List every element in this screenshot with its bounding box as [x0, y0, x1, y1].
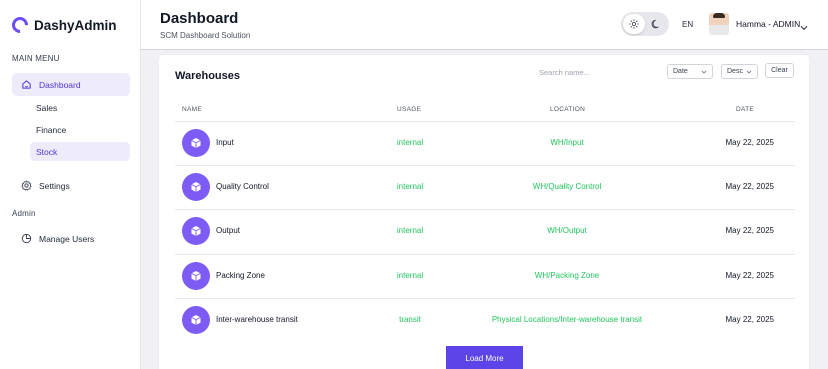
theme-toggle[interactable]: [621, 12, 669, 36]
user-menu[interactable]: Hamma - ADMIN: [736, 19, 800, 29]
admin-label: Admin: [12, 209, 36, 218]
sort-field-select[interactable]: Date: [667, 64, 713, 79]
warehouses-card: Warehouses Date Desc Clear NAME USAGE LO…: [159, 55, 809, 369]
table-row[interactable]: Quality Control internal WH/Quality Cont…: [175, 165, 795, 209]
language-selector[interactable]: EN: [682, 20, 693, 29]
card-title: Warehouses: [175, 70, 241, 82]
sidebar-item-sales[interactable]: Sales: [30, 98, 130, 117]
warehouse-usage: internal: [396, 226, 424, 236]
main-content: Warehouses Date Desc Clear NAME USAGE LO…: [141, 51, 828, 369]
sort-order-value: Desc: [727, 68, 743, 75]
sidebar: DashyAdmin MAIN MENU Dashboard Sales Fin…: [0, 0, 141, 369]
sidebar-item-finance[interactable]: Finance: [30, 120, 130, 139]
cube-icon: [182, 173, 210, 202]
warehouse-location: Physical Locations/Inter-warehouse trans…: [491, 314, 643, 324]
cube-icon: [182, 305, 210, 334]
logo-icon: [8, 13, 32, 37]
sidebar-item-label: Settings: [39, 180, 70, 191]
column-header-name: NAME: [182, 106, 202, 113]
table-row[interactable]: Inter-warehouse transit transit Physical…: [175, 297, 795, 342]
column-header-date: DATE: [736, 106, 755, 113]
sidebar-item-stock[interactable]: Stock: [30, 142, 130, 161]
warehouse-table: Input internal WH/Input May 22, 2025 Qua…: [175, 121, 795, 342]
table-row[interactable]: Output internal WH/Output May 22, 2025: [175, 209, 795, 253]
cube-icon: [182, 217, 210, 246]
dark-mode-button[interactable]: [645, 14, 667, 34]
warehouse-location: WH/Output: [547, 226, 587, 236]
top-header: Dashboard SCM Dashboard Solution EN Hamm…: [141, 0, 828, 50]
cube-icon: [182, 261, 210, 290]
brand-name: DashyAdmin: [34, 17, 117, 33]
warehouse-location: WH/Quality Control: [532, 182, 602, 192]
chevron-down-icon: [701, 70, 707, 74]
sidebar-item-label: Manage Users: [39, 233, 95, 244]
warehouse-usage: internal: [396, 138, 424, 147]
table-row[interactable]: Packing Zone internal WH/Packing Zone Ma…: [175, 253, 795, 298]
page-subtitle: SCM Dashboard Solution: [160, 31, 251, 40]
pie-chart-icon: [20, 233, 32, 245]
warehouse-usage: transit: [399, 314, 421, 324]
dashboard-icon: [20, 79, 32, 91]
sidebar-item-label: Finance: [36, 124, 67, 135]
column-header-location: LOCATION: [550, 106, 586, 113]
brand[interactable]: DashyAdmin: [0, 0, 140, 50]
warehouse-date: May 22, 2025: [725, 182, 774, 192]
search-input[interactable]: [539, 65, 639, 79]
chevron-down-icon[interactable]: [800, 19, 808, 37]
warehouse-location: WH/Input: [550, 138, 584, 147]
load-more-button[interactable]: Load More: [446, 346, 523, 369]
sort-field-value: Date: [673, 68, 688, 75]
warehouse-usage: internal: [396, 182, 424, 192]
warehouse-date: May 22, 2025: [725, 226, 774, 236]
sidebar-item-label: Stock: [36, 146, 58, 157]
clear-button[interactable]: Clear: [765, 63, 794, 78]
sun-icon: [629, 19, 639, 29]
sidebar-item-settings[interactable]: Settings: [12, 174, 130, 197]
warehouse-usage: internal: [396, 270, 424, 280]
warehouse-location: WH/Packing Zone: [534, 270, 600, 280]
warehouse-date: May 22, 2025: [725, 270, 774, 280]
light-mode-button[interactable]: [623, 14, 645, 34]
sidebar-item-dashboard[interactable]: Dashboard: [12, 73, 130, 96]
page-title: Dashboard: [160, 10, 239, 27]
warehouse-name: Input: [216, 138, 234, 147]
warehouse-date: May 22, 2025: [725, 138, 774, 147]
table-row[interactable]: Input internal WH/Input May 22, 2025: [175, 121, 795, 165]
moon-icon: [651, 19, 659, 29]
warehouse-name: Packing Zone: [216, 270, 265, 280]
column-header-usage: USAGE: [397, 106, 422, 113]
warehouse-name: Inter-warehouse transit: [216, 314, 298, 324]
warehouse-date: May 22, 2025: [725, 314, 774, 324]
chevron-down-icon: [746, 70, 752, 74]
sort-order-select[interactable]: Desc: [721, 64, 758, 79]
cube-icon: [182, 129, 210, 157]
main-menu-label: MAIN MENU: [12, 54, 60, 63]
sidebar-item-manage-users[interactable]: Manage Users: [12, 227, 130, 250]
warehouse-name: Output: [216, 226, 241, 236]
sidebar-item-label: Sales: [36, 102, 58, 113]
warehouse-name: Quality Control: [216, 182, 269, 192]
gear-icon: [20, 180, 32, 192]
avatar[interactable]: [709, 13, 729, 35]
sidebar-item-label: Dashboard: [39, 79, 81, 90]
